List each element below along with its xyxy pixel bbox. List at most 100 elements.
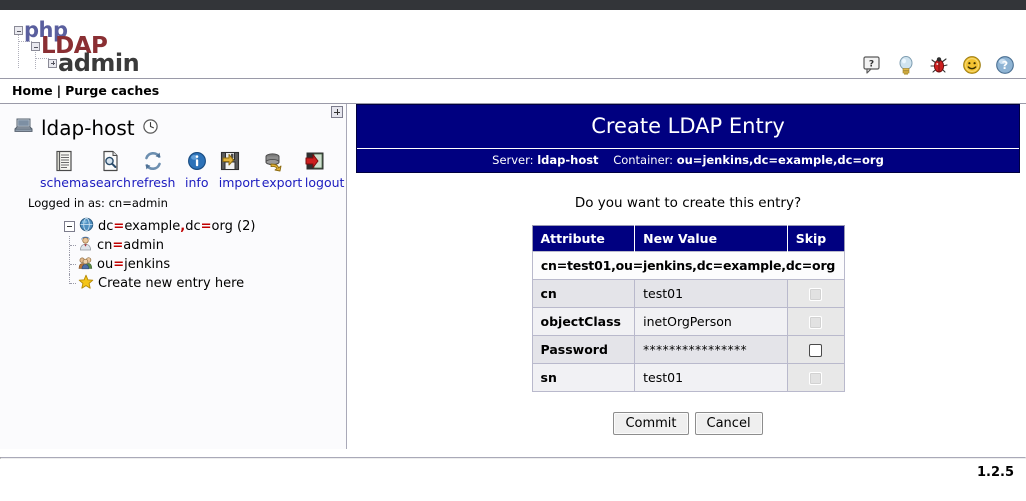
skip-checkbox[interactable] xyxy=(809,288,823,301)
toolbar-item-logout[interactable]: logout xyxy=(303,148,346,190)
toolbar-label-search: search xyxy=(89,175,131,190)
refresh-icon xyxy=(131,148,175,174)
logged-in-as-label: Logged in as: cn=admin xyxy=(28,196,168,210)
table-row-dn: cn=test01,ou=jenkins,dc=example,dc=org xyxy=(531,251,845,280)
tree-node-create-entry[interactable]: Create new entry here xyxy=(64,274,346,293)
breadcrumb: Home | Purge caches xyxy=(0,78,1026,104)
attribute-name: Password xyxy=(531,335,636,364)
attribute-name: sn xyxy=(531,363,636,392)
toolbar-label-info: info xyxy=(185,175,209,190)
tree-child-label-ou-jenkins: ou=jenkins xyxy=(97,257,171,272)
skip-cell xyxy=(786,335,845,364)
cancel-button[interactable]: Cancel xyxy=(694,412,763,435)
skip-cell xyxy=(786,307,845,336)
skip-checkbox[interactable] xyxy=(809,344,823,357)
table-row: Password **************** xyxy=(531,335,845,364)
tree-child-label-cn-admin: cn=admin xyxy=(97,238,165,253)
attributes-table-body: cn=test01,ou=jenkins,dc=example,dc=org c… xyxy=(531,251,845,392)
dn-value: cn=test01,ou=jenkins,dc=example,dc=org xyxy=(531,251,845,280)
version-label: 1.2.5 xyxy=(976,465,1014,480)
toolbar-item-search[interactable]: search xyxy=(89,148,132,190)
tree-root-label: dc=example,dc=org (2) xyxy=(98,219,256,234)
skip-checkbox[interactable] xyxy=(809,372,823,385)
server-name-label: ldap-host xyxy=(41,116,135,140)
commit-button[interactable]: Commit xyxy=(613,412,689,435)
tree-connector xyxy=(69,255,76,274)
tree-node-cn-admin[interactable]: cn=admin xyxy=(64,236,346,255)
container-value: ou=jenkins,dc=example,dc=org xyxy=(676,153,884,167)
column-header-skip: Skip xyxy=(787,225,844,252)
logout-icon xyxy=(305,152,324,170)
globe-icon xyxy=(79,217,94,236)
attributes-table: Attribute New Value Skip cn=test01,ou=je… xyxy=(531,225,845,392)
panel-subtitle: Server: ldap-host Container: ou=jenkins,… xyxy=(357,149,1019,172)
computer-icon xyxy=(14,116,34,140)
logo-box-icon-3 xyxy=(48,58,57,68)
toolbar-item-import[interactable]: import xyxy=(218,148,261,190)
tree-connector xyxy=(69,236,76,255)
form-buttons: Commit Cancel xyxy=(356,412,1020,435)
toolbar-label-logout: logout xyxy=(304,175,345,190)
skip-cell xyxy=(786,279,845,308)
attribute-value: **************** xyxy=(634,335,788,364)
breadcrumb-purge-caches-link[interactable]: Purge caches xyxy=(65,83,159,98)
toolbar-label-export: export xyxy=(261,175,303,190)
tree-collapse-icon[interactable] xyxy=(64,221,75,232)
clock-icon xyxy=(142,116,159,140)
server-title: ldap-host xyxy=(0,104,346,140)
schema-icon xyxy=(40,148,89,174)
skip-cell xyxy=(786,363,845,392)
attribute-value: inetOrgPerson xyxy=(634,307,788,336)
footer: 1.2.5 xyxy=(0,457,1026,501)
skip-checkbox[interactable] xyxy=(809,316,823,329)
smiley-icon[interactable] xyxy=(961,54,983,76)
header-icon-bar: ? ? xyxy=(862,54,1016,76)
column-header-new-value: New Value xyxy=(634,225,788,252)
main-panel: Create LDAP Entry Server: ldap-host Cont… xyxy=(356,104,1020,435)
attribute-name: cn xyxy=(531,279,636,308)
logo-box-icon-1 xyxy=(14,26,23,35)
ldap-tree: dc=example,dc=org (2) cn=admin ou=jenkin… xyxy=(0,210,346,293)
logo-line-admin: admin xyxy=(48,49,140,77)
phpldapadmin-logo[interactable]: php LDAP admin xyxy=(14,20,154,77)
tree-node-ou-jenkins[interactable]: ou=jenkins xyxy=(64,255,346,274)
toolbar-label-import: import xyxy=(218,175,261,190)
browser-chrome-bar xyxy=(0,0,1026,10)
attribute-value: test01 xyxy=(634,279,788,308)
table-header-row: Attribute New Value Skip xyxy=(532,225,844,252)
help-balloon-icon[interactable]: ? xyxy=(862,54,884,76)
page-body: ldap-host schema search refresh info imp… xyxy=(0,104,1026,454)
tree-node-root[interactable]: dc=example,dc=org (2) xyxy=(64,217,346,236)
user-icon xyxy=(78,236,93,255)
toolbar-item-info[interactable]: info xyxy=(175,148,218,190)
export-icon xyxy=(265,153,282,172)
toolbar-item-export[interactable]: export xyxy=(261,148,304,190)
breadcrumb-home-link[interactable]: Home xyxy=(12,83,53,98)
lightbulb-icon[interactable] xyxy=(895,54,917,76)
table-row: objectClass inetOrgPerson xyxy=(531,307,845,336)
tree-create-entry-label: Create new entry here xyxy=(98,276,245,291)
table-row: sn test01 xyxy=(531,363,845,392)
toolbar-item-refresh[interactable]: refresh xyxy=(131,148,175,190)
sidebar-expand-icon[interactable] xyxy=(331,106,343,118)
breadcrumb-separator: | xyxy=(56,83,62,98)
server-label: Server: xyxy=(492,153,534,167)
toolbar-label-schema: schema xyxy=(40,175,89,190)
question-sphere-icon[interactable]: ? xyxy=(994,54,1016,76)
toolbar-item-schema[interactable]: schema xyxy=(40,148,89,190)
tree-connector xyxy=(69,274,76,284)
logo-text-admin: admin xyxy=(58,49,140,77)
confirm-question: Do you want to create this entry? xyxy=(574,195,802,211)
info-icon xyxy=(175,148,218,174)
search-icon xyxy=(89,148,132,174)
attribute-value: test01 xyxy=(634,363,788,392)
toolbar-label-refresh: refresh xyxy=(131,175,176,190)
container-label: Container: xyxy=(613,153,674,167)
bug-icon[interactable] xyxy=(928,54,950,76)
svg-text:?: ? xyxy=(869,60,874,70)
group-icon xyxy=(78,255,93,274)
star-icon xyxy=(78,274,94,294)
import-icon xyxy=(221,151,240,171)
table-row: cn test01 xyxy=(531,279,845,308)
attribute-name: objectClass xyxy=(531,307,636,336)
